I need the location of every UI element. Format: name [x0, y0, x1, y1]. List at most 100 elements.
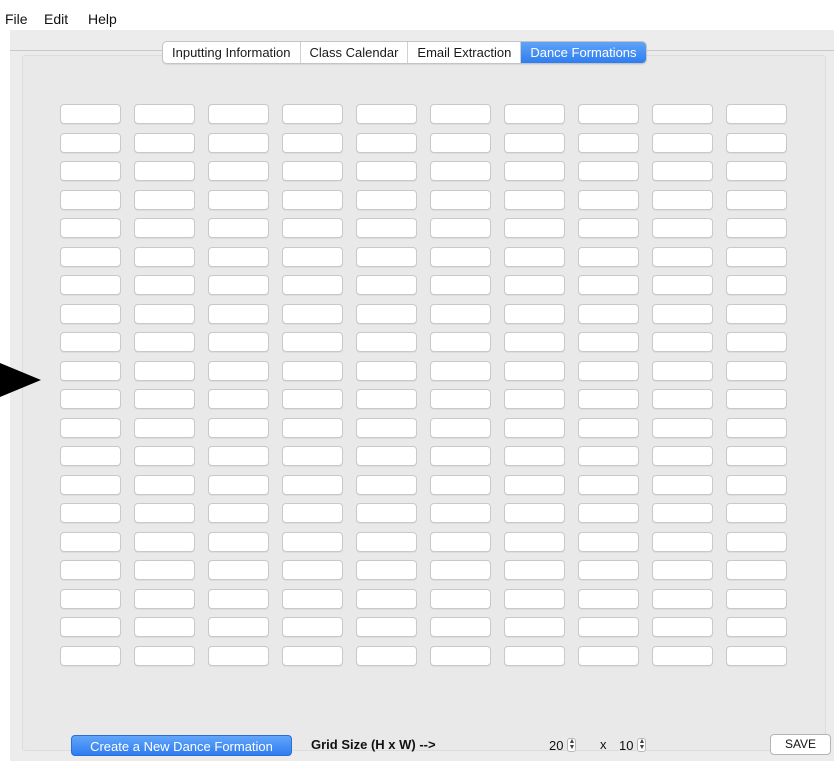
grid-cell[interactable]: [208, 418, 269, 438]
grid-cell[interactable]: [578, 646, 639, 666]
grid-cell[interactable]: [430, 104, 491, 124]
grid-cell[interactable]: [652, 332, 713, 352]
grid-cell[interactable]: [282, 446, 343, 466]
grid-cell[interactable]: [652, 190, 713, 210]
save-button[interactable]: SAVE: [770, 734, 831, 755]
grid-cell[interactable]: [356, 275, 417, 295]
grid-cell[interactable]: [356, 532, 417, 552]
grid-cell[interactable]: [134, 560, 195, 580]
tab-dance-formations[interactable]: Dance Formations: [521, 42, 646, 63]
grid-cell[interactable]: [208, 104, 269, 124]
grid-cell[interactable]: [134, 332, 195, 352]
grid-cell[interactable]: [282, 418, 343, 438]
grid-cell[interactable]: [60, 218, 121, 238]
grid-cell[interactable]: [430, 304, 491, 324]
height-value[interactable]: 20: [549, 738, 563, 753]
grid-cell[interactable]: [578, 589, 639, 609]
grid-cell[interactable]: [578, 361, 639, 381]
grid-cell[interactable]: [356, 446, 417, 466]
grid-cell[interactable]: [430, 247, 491, 267]
grid-cell[interactable]: [578, 332, 639, 352]
grid-cell[interactable]: [430, 617, 491, 637]
grid-cell[interactable]: [504, 190, 565, 210]
grid-cell[interactable]: [208, 161, 269, 181]
grid-cell[interactable]: [578, 532, 639, 552]
grid-cell[interactable]: [726, 161, 787, 181]
grid-cell[interactable]: [60, 304, 121, 324]
grid-cell[interactable]: [578, 275, 639, 295]
grid-cell[interactable]: [282, 389, 343, 409]
grid-cell[interactable]: [208, 589, 269, 609]
grid-cell[interactable]: [430, 190, 491, 210]
grid-cell[interactable]: [726, 218, 787, 238]
grid-cell[interactable]: [356, 218, 417, 238]
grid-cell[interactable]: [356, 646, 417, 666]
grid-cell[interactable]: [356, 133, 417, 153]
grid-cell[interactable]: [282, 560, 343, 580]
grid-cell[interactable]: [430, 161, 491, 181]
grid-cell[interactable]: [60, 361, 121, 381]
grid-cell[interactable]: [504, 475, 565, 495]
grid-cell[interactable]: [282, 161, 343, 181]
width-value[interactable]: 10: [619, 738, 633, 753]
grid-cell[interactable]: [134, 503, 195, 523]
grid-cell[interactable]: [652, 589, 713, 609]
grid-cell[interactable]: [208, 275, 269, 295]
grid-cell[interactable]: [134, 247, 195, 267]
grid-cell[interactable]: [60, 418, 121, 438]
grid-cell[interactable]: [60, 532, 121, 552]
grid-cell[interactable]: [430, 446, 491, 466]
grid-cell[interactable]: [356, 475, 417, 495]
grid-cell[interactable]: [430, 475, 491, 495]
grid-cell[interactable]: [430, 418, 491, 438]
grid-cell[interactable]: [208, 190, 269, 210]
grid-cell[interactable]: [134, 161, 195, 181]
grid-cell[interactable]: [134, 104, 195, 124]
grid-cell[interactable]: [208, 304, 269, 324]
grid-cell[interactable]: [578, 247, 639, 267]
grid-cell[interactable]: [652, 247, 713, 267]
grid-cell[interactable]: [282, 332, 343, 352]
grid-cell[interactable]: [60, 475, 121, 495]
menu-help[interactable]: Help: [88, 10, 117, 28]
grid-cell[interactable]: [578, 104, 639, 124]
grid-cell[interactable]: [652, 161, 713, 181]
grid-cell[interactable]: [282, 532, 343, 552]
grid-cell[interactable]: [504, 247, 565, 267]
grid-cell[interactable]: [504, 446, 565, 466]
grid-cell[interactable]: [134, 646, 195, 666]
grid-cell[interactable]: [726, 589, 787, 609]
grid-cell[interactable]: [282, 275, 343, 295]
height-spinner[interactable]: 20 ▲ ▼: [549, 735, 577, 755]
grid-cell[interactable]: [726, 418, 787, 438]
grid-cell[interactable]: [60, 161, 121, 181]
grid-cell[interactable]: [430, 133, 491, 153]
tab-email-extraction[interactable]: Email Extraction: [408, 42, 522, 63]
grid-cell[interactable]: [652, 475, 713, 495]
grid-cell[interactable]: [430, 589, 491, 609]
grid-cell[interactable]: [652, 275, 713, 295]
grid-cell[interactable]: [60, 446, 121, 466]
grid-cell[interactable]: [504, 646, 565, 666]
grid-cell[interactable]: [726, 617, 787, 637]
width-spinner[interactable]: 10 ▲ ▼: [619, 735, 647, 755]
grid-cell[interactable]: [652, 104, 713, 124]
grid-cell[interactable]: [282, 190, 343, 210]
grid-cell[interactable]: [430, 361, 491, 381]
grid-cell[interactable]: [208, 361, 269, 381]
grid-cell[interactable]: [578, 133, 639, 153]
grid-cell[interactable]: [356, 304, 417, 324]
grid-cell[interactable]: [134, 389, 195, 409]
grid-cell[interactable]: [208, 332, 269, 352]
grid-cell[interactable]: [356, 104, 417, 124]
grid-cell[interactable]: [726, 104, 787, 124]
grid-cell[interactable]: [504, 161, 565, 181]
grid-cell[interactable]: [504, 589, 565, 609]
grid-cell[interactable]: [504, 332, 565, 352]
grid-cell[interactable]: [578, 304, 639, 324]
grid-cell[interactable]: [726, 332, 787, 352]
grid-cell[interactable]: [356, 247, 417, 267]
grid-cell[interactable]: [652, 361, 713, 381]
up-down-arrows-icon[interactable]: ▲ ▼: [567, 738, 577, 752]
grid-cell[interactable]: [356, 560, 417, 580]
